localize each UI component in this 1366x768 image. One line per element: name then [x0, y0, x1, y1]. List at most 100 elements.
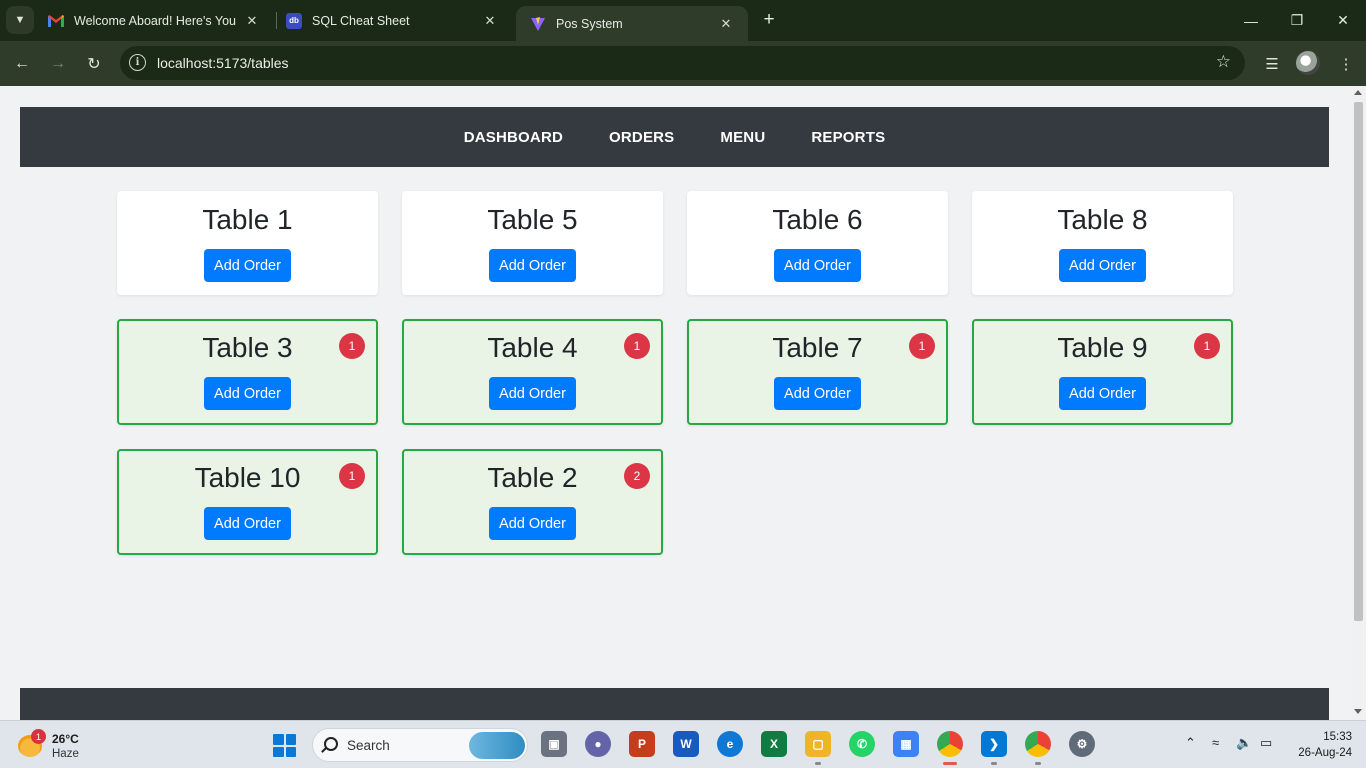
add-order-button[interactable]: Add Order	[204, 507, 291, 540]
add-order-button[interactable]: Add Order	[774, 249, 861, 282]
edge-icon[interactable]: e	[717, 731, 743, 757]
back-button[interactable]: ←	[8, 50, 36, 78]
forward-button[interactable]: →	[44, 50, 72, 78]
powerpoint-icon[interactable]: P	[629, 731, 655, 757]
running-indicator	[815, 762, 821, 765]
running-indicator	[1035, 762, 1041, 765]
url-text[interactable]: localhost:5173/tables	[157, 55, 289, 71]
sql-icon: db	[286, 12, 302, 29]
running-indicator	[991, 762, 997, 765]
nav-reports[interactable]: REPORTS	[811, 129, 885, 146]
plus-icon: +	[763, 9, 775, 30]
close-icon[interactable]: ✕	[718, 16, 734, 32]
order-count-badge: 2	[624, 463, 650, 489]
tables-grid: Table 1 Add Order Table 5 Add Order Tabl…	[117, 191, 1233, 555]
clock-time: 15:33	[1323, 731, 1352, 743]
table-card: Table 1 Add Order	[117, 191, 378, 295]
close-window-button[interactable]: ✕	[1320, 0, 1366, 41]
order-count-badge: 1	[1194, 333, 1220, 359]
table-name: Table 1	[202, 204, 293, 235]
whatsapp-icon[interactable]: ✆	[849, 731, 875, 757]
profile-avatar[interactable]	[1296, 51, 1320, 75]
add-order-button[interactable]: Add Order	[489, 249, 576, 282]
file-explorer-icon[interactable]: ▢	[805, 731, 831, 757]
scroll-up-arrow-icon[interactable]	[1354, 90, 1362, 95]
nav-menu[interactable]: MENU	[720, 129, 765, 146]
order-count-badge: 1	[909, 333, 935, 359]
gmail-icon	[48, 13, 64, 29]
excel-icon[interactable]: X	[761, 731, 787, 757]
scroll-down-arrow-icon[interactable]	[1354, 709, 1362, 714]
add-order-button[interactable]: Add Order	[1059, 377, 1146, 410]
more-menu-icon[interactable]: ⋮	[1334, 52, 1358, 76]
media-controls-icon[interactable]: ☰	[1260, 52, 1284, 76]
table-name: Table 3	[202, 332, 293, 363]
add-order-button[interactable]: Add Order	[489, 507, 576, 540]
order-count-badge: 1	[339, 463, 365, 489]
tab-search-button[interactable]: ▼	[6, 6, 34, 34]
close-icon[interactable]: ✕	[244, 13, 260, 29]
minimize-icon: —	[1244, 12, 1258, 29]
browser-tab-pos[interactable]: Pos System ✕	[516, 6, 748, 41]
add-order-button[interactable]: Add Order	[204, 249, 291, 282]
windows-logo-icon	[285, 734, 296, 745]
vscode-icon[interactable]: ❯	[981, 731, 1007, 757]
nav-orders[interactable]: ORDERS	[609, 129, 674, 146]
table-name: Table 4	[487, 332, 578, 363]
app-footer	[20, 688, 1329, 720]
volume-icon[interactable]: 🔈	[1236, 735, 1252, 751]
add-order-button[interactable]: Add Order	[774, 377, 861, 410]
table-name: Table 5	[487, 204, 578, 235]
table-card-occupied: Table 10 Add Order 1	[117, 449, 378, 555]
close-icon[interactable]: ✕	[482, 13, 498, 29]
tab-title: SQL Cheat Sheet	[312, 13, 410, 28]
table-name: Table 8	[1057, 204, 1148, 235]
add-order-button[interactable]: Add Order	[1059, 249, 1146, 282]
nav-dashboard[interactable]: DASHBOARD	[464, 129, 563, 146]
battery-icon[interactable]: ▭	[1260, 735, 1272, 751]
task-view-icon[interactable]: ▣	[541, 731, 567, 757]
taskbar-search[interactable]: Search	[312, 728, 528, 762]
word-icon[interactable]: W	[673, 731, 699, 757]
app-navbar: DASHBOARD ORDERS MENU REPORTS	[20, 107, 1329, 167]
wifi-icon[interactable]: ≈	[1212, 735, 1219, 750]
reload-icon: ↻	[87, 56, 101, 73]
restore-button[interactable]: ❐	[1274, 0, 1320, 41]
address-bar[interactable]: i localhost:5173/tables ☆	[120, 46, 1245, 80]
table-card: Table 5 Add Order	[402, 191, 663, 295]
windows-logo-icon	[273, 734, 284, 745]
browser-tab-sql[interactable]: db SQL Cheat Sheet ✕	[272, 0, 512, 41]
chrome-profile-icon[interactable]	[1025, 731, 1051, 757]
add-order-button[interactable]: Add Order	[489, 377, 576, 410]
settings-gear-icon[interactable]: ⚙	[1069, 731, 1095, 757]
chevron-up-icon[interactable]: ⌃	[1185, 735, 1196, 751]
arrow-left-icon: ←	[14, 55, 30, 72]
close-icon: ✕	[1337, 12, 1349, 28]
table-card-occupied: Table 4 Add Order 1	[402, 319, 663, 425]
add-order-button[interactable]: Add Order	[204, 377, 291, 410]
site-info-icon[interactable]: i	[129, 54, 146, 71]
restore-icon: ❐	[1290, 12, 1304, 28]
table-name: Table 9	[1057, 332, 1148, 363]
table-card: Table 8 Add Order	[972, 191, 1233, 295]
chevron-down-icon: ▼	[14, 14, 26, 26]
start-button[interactable]	[273, 734, 296, 757]
bookmark-star-icon[interactable]: ☆	[1216, 52, 1231, 72]
page-scrollbar[interactable]	[1351, 86, 1366, 720]
reload-button[interactable]: ↻	[80, 50, 108, 78]
table-card: Table 6 Add Order	[687, 191, 948, 295]
tab-title: Pos System	[556, 16, 623, 31]
arrow-right-icon: →	[50, 55, 66, 72]
weather-temperature: 26°C	[52, 732, 79, 746]
scrollbar-thumb[interactable]	[1354, 102, 1363, 621]
system-clock[interactable]: 15:33 26-Aug-24	[1290, 729, 1352, 761]
browser-tab-gmail[interactable]: Welcome Aboard! Here's Your S ✕	[34, 0, 274, 41]
chrome-icon[interactable]	[937, 731, 963, 757]
table-card-occupied: Table 3 Add Order 1	[117, 319, 378, 425]
teams-icon[interactable]: ●	[585, 731, 611, 757]
new-tab-button[interactable]: +	[757, 8, 781, 32]
weather-notification-badge: 1	[31, 729, 46, 744]
microsoft-store-icon[interactable]: ▦	[893, 731, 919, 757]
weather-widget[interactable]: 1 26°C Haze	[18, 729, 128, 763]
minimize-button[interactable]: —	[1228, 0, 1274, 41]
